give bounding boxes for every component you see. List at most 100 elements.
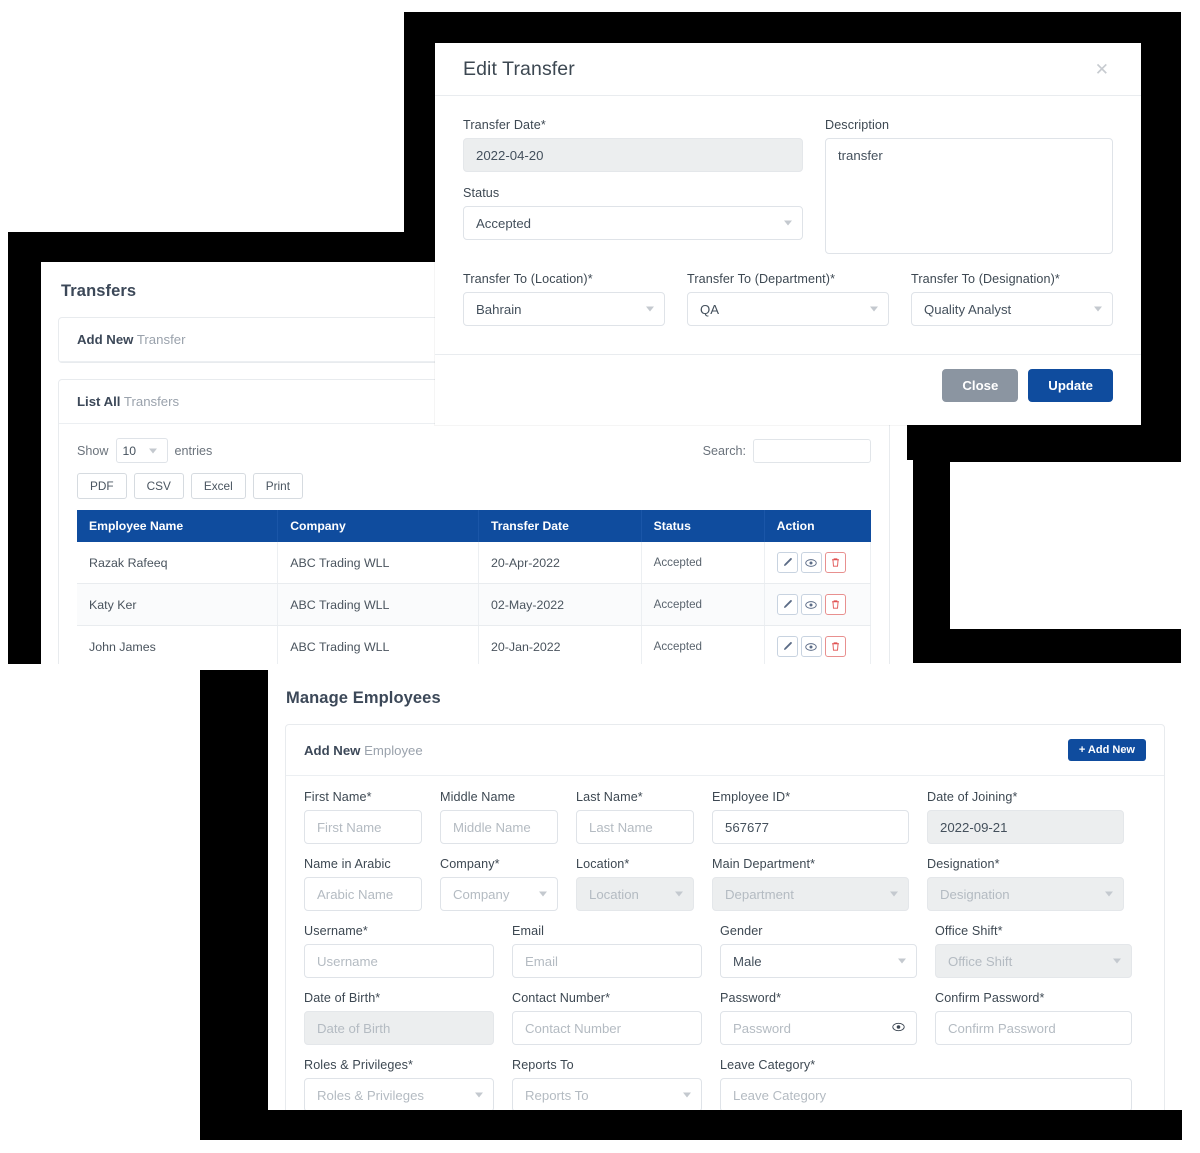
export-excel-button[interactable]: Excel bbox=[190, 473, 246, 499]
export-buttons: PDF CSV Excel Print bbox=[77, 473, 871, 499]
label-roles-privileges: Roles & Privileges* bbox=[304, 1058, 413, 1072]
chevron-down-icon bbox=[683, 1092, 691, 1098]
entries-length-select[interactable]: 10 bbox=[115, 438, 168, 463]
field-employee-id: Employee ID* 567677 bbox=[712, 790, 909, 844]
transfer-to-department-select[interactable]: QA bbox=[687, 292, 889, 326]
main-department-select[interactable]: Department bbox=[712, 877, 909, 911]
modal-title: Edit Transfer bbox=[463, 57, 575, 80]
cell-transfer-date: 20-Jan-2022 bbox=[478, 625, 642, 664]
datatable-search: Search: bbox=[703, 438, 871, 463]
last-name-input[interactable]: Last Name bbox=[576, 810, 694, 844]
transfers-table: Employee Name Company Transfer Date Stat… bbox=[77, 510, 872, 664]
username-input[interactable]: Username bbox=[304, 944, 494, 978]
delete-icon[interactable] bbox=[824, 594, 846, 615]
first-name-input[interactable]: First Name bbox=[304, 810, 422, 844]
middle-name-input[interactable]: Middle Name bbox=[440, 810, 558, 844]
field-location: Location* Location bbox=[576, 857, 694, 911]
label-main-department: Main Department* bbox=[712, 857, 816, 871]
label-company: Company* bbox=[440, 857, 500, 871]
label-gender: Gender bbox=[720, 924, 763, 938]
delete-icon[interactable] bbox=[824, 636, 846, 657]
transfer-date-input[interactable]: 2022-04-20 bbox=[463, 138, 803, 172]
chevron-down-icon bbox=[1105, 891, 1113, 897]
label-transfer-to-department: Transfer To (Department)* bbox=[687, 272, 836, 286]
label-transfer-to-designation: Transfer To (Designation)* bbox=[911, 272, 1060, 286]
view-icon[interactable] bbox=[800, 594, 822, 615]
view-icon[interactable] bbox=[800, 636, 822, 657]
gender-select[interactable]: Male bbox=[720, 944, 917, 978]
column-action: Action bbox=[764, 510, 871, 542]
office-shift-value: Office Shift bbox=[948, 953, 1013, 969]
label-confirm-password: Confirm Password* bbox=[935, 991, 1045, 1005]
contact-number-input[interactable]: Contact Number bbox=[512, 1011, 702, 1045]
office-shift-select[interactable]: Office Shift bbox=[935, 944, 1132, 978]
status-select[interactable]: Accepted bbox=[463, 206, 803, 240]
field-reports-to: Reports To Reports To bbox=[512, 1058, 702, 1110]
chevron-down-icon bbox=[1113, 958, 1121, 964]
transfer-to-location-select[interactable]: Bahrain bbox=[463, 292, 665, 326]
eye-icon[interactable] bbox=[892, 1021, 905, 1036]
close-button[interactable]: Close bbox=[942, 369, 1019, 402]
column-company[interactable]: Company bbox=[277, 510, 479, 542]
confirm-password-input[interactable]: Confirm Password bbox=[935, 1011, 1132, 1045]
cell-employee-name: Razak Rafeeq bbox=[77, 542, 279, 584]
export-csv-button[interactable]: CSV bbox=[133, 473, 184, 499]
cell-company: ABC Trading WLL bbox=[277, 542, 479, 584]
edit-icon[interactable] bbox=[776, 594, 798, 615]
field-office-shift: Office Shift* Office Shift bbox=[935, 924, 1132, 978]
location-value: Location bbox=[589, 886, 639, 902]
datatable-toolbar: Show 10 entries Search: bbox=[77, 438, 871, 463]
designation-value: Designation bbox=[940, 886, 1010, 902]
field-email: Email Email bbox=[512, 924, 702, 978]
label-contact-number: Contact Number* bbox=[512, 991, 611, 1005]
field-description: Description transfer bbox=[825, 118, 1113, 254]
field-designation: Designation* Designation bbox=[927, 857, 1124, 911]
designation-select[interactable]: Designation bbox=[927, 877, 1124, 911]
email-field[interactable]: Email bbox=[512, 944, 702, 978]
transfer-to-designation-select[interactable]: Quality Analyst bbox=[911, 292, 1113, 326]
date-of-birth-input[interactable]: Date of Birth bbox=[304, 1011, 494, 1045]
column-employee-name[interactable]: Employee Name bbox=[77, 510, 279, 542]
column-status[interactable]: Status bbox=[641, 510, 765, 542]
field-contact-number: Contact Number* Contact Number bbox=[512, 991, 702, 1045]
transfers-table-body-rows: Razak Rafeeq ABC Trading WLL 20-Apr-2022… bbox=[77, 542, 872, 664]
field-username: Username* Username bbox=[304, 924, 494, 978]
roles-privileges-value: Roles & Privileges bbox=[317, 1087, 425, 1103]
search-input[interactable] bbox=[753, 438, 871, 463]
add-new-employee-suffix: Employee bbox=[360, 742, 423, 758]
label-first-name: First Name* bbox=[304, 790, 372, 804]
reports-to-select[interactable]: Reports To bbox=[512, 1078, 702, 1110]
export-pdf-button[interactable]: PDF bbox=[77, 473, 127, 499]
label-reports-to: Reports To bbox=[512, 1058, 574, 1072]
cell-company: ABC Trading WLL bbox=[277, 583, 479, 626]
field-company: Company* Company bbox=[440, 857, 558, 911]
date-of-joining-input[interactable]: 2022-09-21 bbox=[927, 810, 1124, 844]
cell-action bbox=[764, 542, 872, 584]
table-row: John James ABC Trading WLL 20-Jan-2022 A… bbox=[77, 625, 872, 664]
edit-icon[interactable] bbox=[776, 552, 798, 573]
leave-category-input[interactable]: Leave Category bbox=[720, 1078, 1132, 1110]
view-icon[interactable] bbox=[800, 552, 822, 573]
label-office-shift: Office Shift* bbox=[935, 924, 1003, 938]
password-input[interactable]: Password bbox=[720, 1011, 917, 1045]
add-new-label: Add New bbox=[77, 332, 134, 347]
delete-icon[interactable] bbox=[824, 552, 846, 573]
edit-icon[interactable] bbox=[776, 636, 798, 657]
company-select[interactable]: Company bbox=[440, 877, 558, 911]
add-new-button[interactable]: + Add New bbox=[1067, 739, 1146, 761]
cell-status: Accepted bbox=[641, 583, 765, 626]
name-in-arabic-input[interactable]: Arabic Name bbox=[304, 877, 422, 911]
roles-privileges-select[interactable]: Roles & Privileges bbox=[304, 1078, 494, 1110]
close-icon[interactable]: ✕ bbox=[1091, 59, 1113, 80]
location-select[interactable]: Location bbox=[576, 877, 694, 911]
update-button[interactable]: Update bbox=[1028, 369, 1113, 402]
column-transfer-date[interactable]: Transfer Date bbox=[478, 510, 642, 542]
cell-status: Accepted bbox=[641, 625, 765, 664]
employee-id-input[interactable]: 567677 bbox=[712, 810, 909, 844]
datatable-length-control: Show 10 entries bbox=[77, 438, 212, 463]
add-new-employee-header: Add New Employee + Add New bbox=[286, 725, 1164, 776]
description-textarea[interactable]: transfer bbox=[825, 138, 1113, 254]
chevron-down-icon bbox=[898, 958, 906, 964]
print-button[interactable]: Print bbox=[252, 473, 303, 499]
cell-action bbox=[764, 583, 872, 626]
